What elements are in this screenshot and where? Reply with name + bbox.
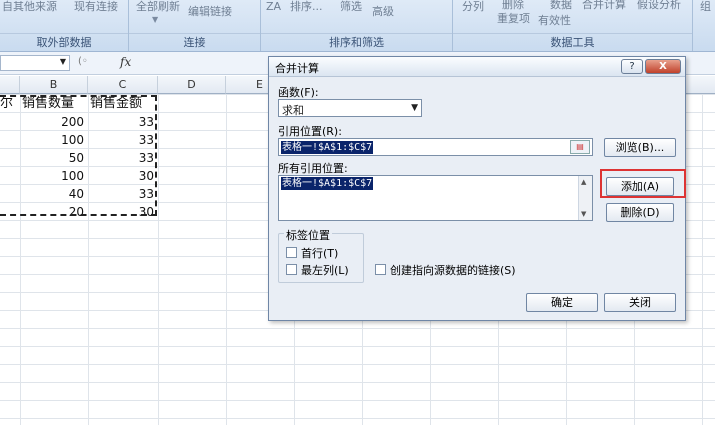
close-icon[interactable]: X bbox=[645, 59, 681, 74]
browse-button[interactable]: 浏览(B)... bbox=[604, 138, 676, 157]
scroll-down-icon[interactable]: ▼ bbox=[581, 210, 586, 218]
function-label: 函数(F): bbox=[278, 86, 319, 99]
excel-window: 自其他来源 现有连接 全部刷新 ▼ 编辑链接 ZA 排序... 筛选 高级 分列… bbox=[0, 0, 715, 425]
close-button[interactable]: 关闭 bbox=[604, 293, 676, 312]
grid-line bbox=[158, 94, 159, 425]
ribbon-other-sources[interactable]: 自其他来源 bbox=[2, 0, 57, 28]
grid-line bbox=[226, 94, 227, 425]
help-icon[interactable]: ? bbox=[621, 59, 643, 74]
dialog-titlebar[interactable]: 合并计算 ? X bbox=[269, 57, 685, 77]
sort-za-icon[interactable]: ZA bbox=[266, 0, 281, 30]
all-references-list[interactable]: 表格一!$A$1:$C$7 ▲ ▼ bbox=[278, 175, 593, 221]
left-column-label: 最左列(L) bbox=[301, 264, 349, 277]
fx-icon[interactable]: fx bbox=[120, 55, 131, 69]
function-select[interactable]: 求和 ▼ bbox=[278, 99, 422, 117]
column-header-c[interactable]: C bbox=[88, 76, 158, 94]
delete-button[interactable]: 删除(D) bbox=[606, 203, 674, 222]
ribbon-consolidate[interactable]: 合并计算 bbox=[582, 0, 626, 26]
create-links-label: 创建指向源数据的链接(S) bbox=[390, 264, 516, 277]
reference-input[interactable]: 表格一!$A$1:$C$7 ▤ bbox=[278, 138, 593, 156]
all-references-item[interactable]: 表格一!$A$1:$C$7 bbox=[281, 177, 374, 190]
group-label-data-tools: 数据工具 bbox=[453, 33, 692, 50]
ribbon-group[interactable]: 组 bbox=[700, 0, 711, 28]
ribbon-sort[interactable]: 排序... bbox=[290, 0, 323, 28]
label-position-title: 标签位置 bbox=[284, 227, 332, 243]
chevron-down-icon[interactable]: ▼ bbox=[411, 103, 418, 113]
ok-button[interactable]: 确定 bbox=[526, 293, 598, 312]
group-label-sort-filter: 排序和筛选 bbox=[261, 33, 452, 50]
reference-label: 引用位置(R): bbox=[278, 125, 342, 138]
ribbon-filter[interactable]: 筛选 bbox=[340, 0, 362, 28]
ribbon-advanced[interactable]: 高级 bbox=[372, 3, 394, 33]
reference-input-value: 表格一!$A$1:$C$7 bbox=[281, 141, 374, 154]
top-row-label: 首行(T) bbox=[301, 247, 339, 260]
ribbon-what-if[interactable]: 假设分析 bbox=[637, 0, 681, 26]
group-label-get-external: 取外部数据 bbox=[0, 33, 128, 50]
all-references-label: 所有引用位置: bbox=[278, 162, 348, 175]
left-column-checkbox[interactable] bbox=[286, 264, 297, 275]
grid-line bbox=[702, 94, 703, 425]
column-header-a[interactable] bbox=[0, 76, 20, 94]
column-header-d[interactable]: D bbox=[158, 76, 226, 94]
ribbon: 自其他来源 现有连接 全部刷新 ▼ 编辑链接 ZA 排序... 筛选 高级 分列… bbox=[0, 0, 715, 52]
highlight-box bbox=[600, 169, 686, 198]
create-links-checkbox[interactable] bbox=[375, 264, 386, 275]
group-label-connections: 连接 bbox=[129, 33, 260, 50]
function-wizard-circle-icon[interactable]: (◦ bbox=[78, 56, 88, 67]
scroll-up-icon[interactable]: ▲ bbox=[581, 178, 586, 186]
dialog-title: 合并计算 bbox=[275, 62, 319, 75]
top-row-checkbox[interactable] bbox=[286, 247, 297, 258]
column-header-b[interactable]: B bbox=[20, 76, 88, 94]
copy-marquee bbox=[0, 95, 157, 216]
ribbon-existing-connections[interactable]: 现有连接 bbox=[74, 0, 118, 28]
chevron-down-icon[interactable]: ▼ bbox=[60, 57, 66, 66]
collapse-dialog-icon[interactable]: ▤ bbox=[570, 140, 590, 154]
function-select-value: 求和 bbox=[282, 104, 304, 117]
ribbon-text-to-columns[interactable]: 分列 bbox=[462, 0, 484, 28]
name-box[interactable]: ▼ bbox=[0, 55, 70, 71]
ribbon-edit-links[interactable]: 编辑链接 bbox=[188, 3, 232, 33]
ribbon-separator bbox=[692, 0, 693, 51]
list-scrollbar[interactable]: ▲ ▼ bbox=[578, 176, 592, 220]
